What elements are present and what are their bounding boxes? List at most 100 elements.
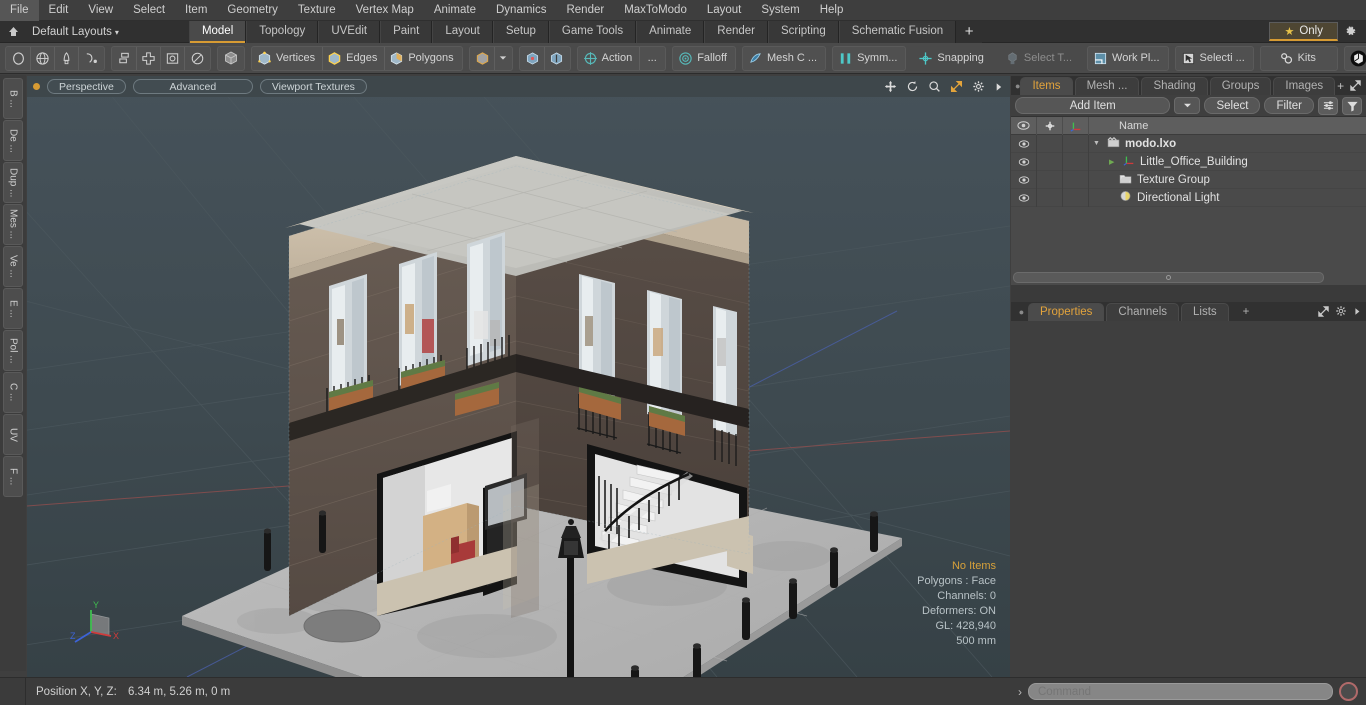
item-cube-icon[interactable] bbox=[471, 46, 495, 70]
array-icon[interactable] bbox=[113, 46, 137, 70]
axis-icon[interactable] bbox=[545, 47, 569, 70]
expander-icon[interactable]: ▼ bbox=[1093, 140, 1102, 147]
left-tab-mesh-edit[interactable]: Mes ... bbox=[3, 204, 23, 245]
row-axis-cell[interactable] bbox=[1063, 188, 1089, 207]
zoom-icon[interactable] bbox=[928, 80, 941, 93]
left-tab-curve[interactable]: C ... bbox=[3, 372, 23, 413]
home-icon[interactable] bbox=[0, 22, 26, 42]
tab-schematic-fusion[interactable]: Schematic Fusion bbox=[838, 20, 957, 43]
menu-item-edit[interactable]: Edit bbox=[39, 0, 79, 21]
menu-item-render[interactable]: Render bbox=[556, 0, 614, 21]
selection-sets-button[interactable]: Selecti ... bbox=[1177, 47, 1252, 70]
menu-item-layout[interactable]: Layout bbox=[697, 0, 752, 21]
default-layouts-dropdown[interactable]: Default Layouts ▾ bbox=[26, 22, 129, 42]
add-item-button[interactable]: Add Item bbox=[1015, 97, 1171, 114]
row-visibility-toggle[interactable] bbox=[1011, 188, 1037, 207]
row-lock-cell[interactable] bbox=[1037, 134, 1063, 153]
table-row[interactable]: Texture Group bbox=[1011, 170, 1366, 189]
edges-mode-button[interactable]: Edges bbox=[323, 46, 386, 70]
left-tab-deform[interactable]: De ... bbox=[3, 120, 23, 161]
work-plane-button[interactable]: Work Pl... bbox=[1089, 47, 1166, 70]
mirror-icon[interactable] bbox=[137, 46, 161, 70]
viewport-textures-selector[interactable]: Viewport Textures bbox=[259, 79, 367, 94]
left-tab-edge[interactable]: E ... bbox=[3, 288, 23, 329]
select-through-button[interactable]: Select T... bbox=[1001, 47, 1079, 70]
funnel-icon[interactable] bbox=[1342, 96, 1362, 115]
expand-icon[interactable] bbox=[1350, 79, 1361, 93]
menu-item-vertex-map[interactable]: Vertex Map bbox=[346, 0, 424, 21]
menu-item-dynamics[interactable]: Dynamics bbox=[486, 0, 556, 21]
gear-icon[interactable] bbox=[1335, 305, 1347, 319]
items-horizontal-scrollbar[interactable] bbox=[1013, 272, 1324, 283]
unity-icon[interactable] bbox=[1346, 47, 1366, 70]
menu-item-geometry[interactable]: Geometry bbox=[217, 0, 288, 21]
center-icon[interactable] bbox=[521, 46, 545, 70]
action-center-button[interactable]: Action bbox=[579, 46, 641, 70]
chevron-right-icon[interactable] bbox=[1353, 306, 1361, 318]
tab-images[interactable]: Images bbox=[1273, 77, 1336, 95]
menu-item-select[interactable]: Select bbox=[123, 0, 175, 21]
mesh-constraint-button[interactable]: Mesh C ... bbox=[744, 47, 824, 70]
viewport-camera-selector[interactable]: Perspective bbox=[47, 79, 126, 94]
left-tab-basic[interactable]: B ... bbox=[3, 78, 23, 119]
select-button[interactable]: Select bbox=[1204, 97, 1261, 114]
menu-item-animate[interactable]: Animate bbox=[424, 0, 486, 21]
expander-icon[interactable]: ▶ bbox=[1109, 158, 1118, 166]
tab-scripting[interactable]: Scripting bbox=[767, 20, 839, 43]
menu-item-texture[interactable]: Texture bbox=[288, 0, 346, 21]
symmetry-button[interactable]: Symm... bbox=[834, 47, 904, 70]
curve-icon[interactable] bbox=[79, 47, 103, 70]
row-axis-cell[interactable] bbox=[1063, 170, 1089, 189]
tab-properties[interactable]: Properties bbox=[1028, 303, 1105, 321]
kits-button[interactable]: Kits bbox=[1262, 47, 1336, 70]
fit-icon[interactable] bbox=[950, 80, 963, 93]
tab-game-tools[interactable]: Game Tools bbox=[548, 20, 637, 43]
left-tab-fusion[interactable]: F ... bbox=[3, 456, 23, 497]
row-axis-cell[interactable] bbox=[1063, 152, 1089, 171]
add-layout-tab-button[interactable]: + bbox=[956, 20, 983, 43]
row-axis-cell[interactable] bbox=[1063, 134, 1089, 153]
viewport-shading-selector[interactable]: Advanced bbox=[132, 79, 253, 94]
gear-icon[interactable] bbox=[1338, 25, 1362, 38]
menu-item-help[interactable]: Help bbox=[810, 0, 854, 21]
add-tab-icon[interactable]: + bbox=[1337, 80, 1344, 92]
only-toggle-button[interactable]: ★ Only bbox=[1269, 22, 1338, 41]
table-row[interactable]: ▶ Little_Office_Building bbox=[1011, 152, 1366, 171]
status-bar-handle[interactable] bbox=[0, 677, 26, 705]
row-visibility-toggle[interactable] bbox=[1011, 134, 1037, 153]
row-visibility-toggle[interactable] bbox=[1011, 152, 1037, 171]
menu-item-maxtomodo[interactable]: MaxToModo bbox=[614, 0, 697, 21]
gear-icon[interactable] bbox=[972, 80, 985, 93]
move-icon[interactable] bbox=[884, 80, 897, 93]
tab-paint[interactable]: Paint bbox=[380, 20, 433, 43]
tab-shading[interactable]: Shading bbox=[1141, 77, 1208, 95]
tab-animate[interactable]: Animate bbox=[636, 20, 705, 43]
table-row[interactable]: Directional Light bbox=[1011, 188, 1366, 207]
polygons-mode-button[interactable]: Polygons bbox=[385, 47, 460, 70]
left-tab-vertex[interactable]: Ve ... bbox=[3, 246, 23, 287]
ellipsis-icon[interactable]: ... bbox=[640, 47, 664, 70]
menu-item-file[interactable]: File bbox=[0, 0, 39, 21]
add-item-dropdown[interactable] bbox=[1174, 97, 1201, 114]
tab-render[interactable]: Render bbox=[704, 20, 768, 43]
tab-layout[interactable]: Layout bbox=[432, 20, 493, 43]
vertices-mode-button[interactable]: Vertices bbox=[253, 46, 324, 70]
row-lock-cell[interactable] bbox=[1037, 188, 1063, 207]
tab-groups[interactable]: Groups bbox=[1209, 77, 1272, 95]
ellipse-icon[interactable] bbox=[7, 46, 31, 70]
tab-items[interactable]: Items bbox=[1020, 77, 1073, 95]
filter-button[interactable]: Filter bbox=[1264, 97, 1314, 114]
menu-item-system[interactable]: System bbox=[751, 0, 809, 21]
menu-item-view[interactable]: View bbox=[78, 0, 123, 21]
table-row[interactable]: ▼ modo.lxo bbox=[1011, 134, 1366, 153]
tab-model[interactable]: Model bbox=[188, 20, 247, 43]
3d-viewport[interactable]: Perspective Advanced Viewport Textures Y… bbox=[27, 76, 1010, 677]
row-lock-cell[interactable] bbox=[1037, 152, 1063, 171]
axis-gizmo[interactable]: Y X Z bbox=[69, 596, 127, 655]
add-properties-tab-button[interactable]: + bbox=[1231, 303, 1262, 321]
rotate-icon[interactable] bbox=[906, 80, 919, 93]
tab-uvedit[interactable]: UVEdit bbox=[318, 20, 381, 43]
items-tree[interactable]: ▼ modo.lxo ▶ Little_Office_Building Text… bbox=[1011, 134, 1366, 285]
expand-icon[interactable] bbox=[1318, 305, 1329, 319]
row-lock-cell[interactable] bbox=[1037, 170, 1063, 189]
